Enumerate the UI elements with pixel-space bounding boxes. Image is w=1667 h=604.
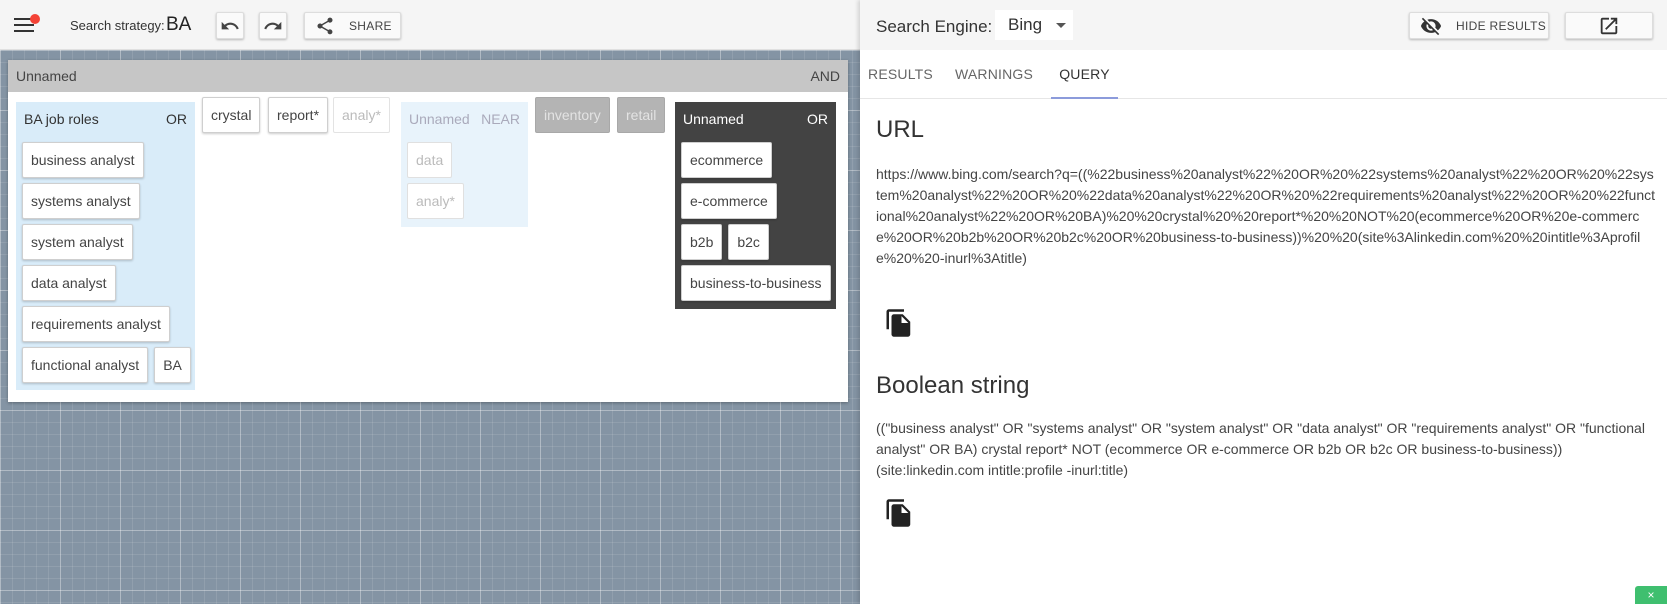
group-name: Unnamed (409, 111, 470, 127)
redo-icon (264, 21, 282, 29)
strategy-name[interactable]: BA (166, 14, 191, 36)
group-header: BA job roles OR (22, 110, 189, 128)
near-group[interactable]: Unnamed NEAR data analy* (401, 102, 528, 227)
share-icon (317, 17, 333, 34)
group-name: BA job roles (24, 111, 99, 127)
term-chip[interactable]: analy* (407, 183, 464, 219)
term-chip-analy[interactable]: analy* (333, 97, 390, 133)
close-icon[interactable]: × (1635, 586, 1667, 604)
tab-warnings[interactable]: WARNINGS (937, 50, 1051, 99)
term-chip[interactable]: system analyst (22, 224, 133, 260)
url-title: URL (876, 116, 925, 143)
term-chip[interactable]: systems analyst (22, 183, 140, 219)
boolean-title: Boolean string (876, 372, 1030, 399)
results-toolbar: Search Engine: Bing HIDE RESULTS (860, 0, 1667, 50)
and-group[interactable]: Unnamed AND BA job roles OR business ana… (8, 60, 848, 402)
group-name: Unnamed (683, 111, 744, 127)
editor-toolbar: Search strategy: BA SHARE (0, 0, 860, 50)
open-external-button[interactable] (1565, 12, 1653, 39)
term-chip[interactable]: business analyst (22, 142, 144, 178)
hide-results-button[interactable]: HIDE RESULTS (1409, 12, 1549, 39)
term-chip[interactable]: b2c (728, 224, 769, 260)
results-tabs: RESULTS WARNINGS QUERY (860, 50, 1667, 99)
share-label: SHARE (349, 18, 392, 33)
dropdown-caret-icon (1056, 23, 1066, 28)
term-chip-report[interactable]: report* (268, 97, 329, 133)
visibility-off-icon (1420, 17, 1442, 35)
term-chip[interactable]: ecommerce (681, 142, 773, 178)
and-group-name: Unnamed (16, 68, 77, 84)
term-chip[interactable]: b2b (681, 224, 723, 260)
strategy-editor: Search strategy: BA SHARE Unnamed AND BA… (0, 0, 860, 604)
copy-icon (886, 499, 911, 527)
strategy-label: Search strategy: (70, 18, 165, 33)
url-value[interactable]: https://www.bing.com/search?q=((%22busin… (876, 164, 1656, 269)
copy-boolean-button[interactable] (884, 498, 918, 532)
ba-job-roles-group[interactable]: BA job roles OR business analyst systems… (16, 102, 195, 390)
search-engine-select[interactable]: Bing (995, 10, 1073, 40)
boolean-value[interactable]: (("business analyst" OR "systems analyst… (876, 418, 1656, 481)
search-engine-value: Bing (1008, 15, 1043, 34)
term-chip[interactable]: business-to-business (681, 265, 831, 301)
tab-results[interactable]: RESULTS (860, 50, 937, 99)
notification-dot (30, 14, 40, 24)
term-chip[interactable]: BA (154, 347, 191, 383)
term-chip-inventory[interactable]: inventory (535, 97, 610, 133)
redo-button[interactable] (259, 12, 287, 39)
search-engine-label: Search Engine: (876, 17, 993, 36)
results-panel: Search Engine: Bing HIDE RESULTS RESULTS… (860, 0, 1667, 604)
term-chip[interactable]: data (407, 142, 453, 178)
and-group-header[interactable]: Unnamed AND (8, 60, 848, 92)
group-operator[interactable]: NEAR (481, 111, 520, 127)
group-header: Unnamed OR (681, 110, 830, 128)
group-header: Unnamed NEAR (407, 110, 522, 128)
copy-icon (886, 309, 911, 337)
open-in-new-icon (1600, 17, 1618, 34)
query-section: URL https://www.bing.com/search?q=((%22b… (876, 116, 1656, 269)
undo-icon (221, 21, 239, 29)
share-button[interactable]: SHARE (304, 12, 401, 39)
term-chip-crystal[interactable]: crystal (202, 97, 261, 133)
group-operator[interactable]: OR (807, 111, 828, 127)
and-group-operator[interactable]: AND (810, 68, 840, 84)
excluded-or-group[interactable]: Unnamed OR ecommerce e-commerce b2b b2c … (675, 102, 836, 309)
term-chip[interactable]: functional analyst (22, 347, 149, 383)
hamburger-menu-button[interactable] (14, 14, 40, 36)
term-chip[interactable]: e-commerce (681, 183, 777, 219)
term-chip[interactable]: data analyst (22, 265, 116, 301)
hide-results-label: HIDE RESULTS (1456, 18, 1547, 33)
copy-url-button[interactable] (884, 308, 918, 342)
tab-query[interactable]: QUERY (1051, 50, 1118, 99)
group-operator[interactable]: OR (166, 111, 187, 127)
term-chip[interactable]: requirements analyst (22, 306, 170, 342)
term-chip-retail[interactable]: retail (617, 97, 666, 133)
undo-button[interactable] (216, 12, 244, 39)
